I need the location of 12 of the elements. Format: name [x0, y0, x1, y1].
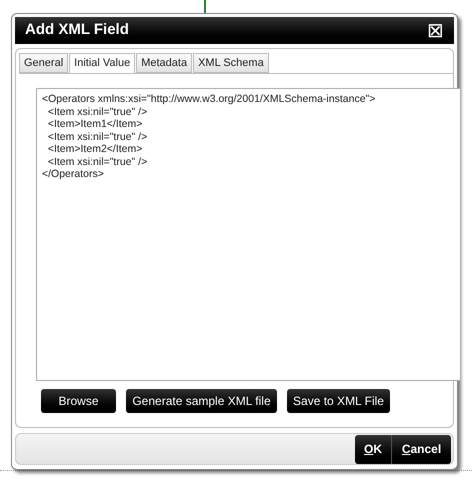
tab[interactable]: Initial Value: [69, 53, 136, 74]
tab[interactable]: General: [19, 53, 68, 73]
action-button[interactable]: Generate sample XML file: [126, 389, 277, 413]
close-icon[interactable]: ⊠: [427, 20, 444, 40]
window-title: Add XML Field: [25, 20, 129, 40]
tab[interactable]: Metadata: [136, 53, 192, 73]
dialog-button[interactable]: Cancel: [391, 434, 451, 464]
action-button[interactable]: Save to XML File: [287, 389, 390, 413]
tab[interactable]: XML Schema: [193, 53, 269, 73]
xml-text-area[interactable]: <Operators xmlns:xsi="http://www.w3.org/2001/XMLSchema-instance"> <Item xsi:nil="true" /> <Item>Item1</Item> <Item xsi:nil="true" /> <Item>Item2</Item> <Item xsi:nil="true" /> </Operators>: [36, 88, 460, 381]
action-button[interactable]: Browse: [41, 389, 116, 413]
dialog-button[interactable]: OK: [355, 434, 391, 464]
